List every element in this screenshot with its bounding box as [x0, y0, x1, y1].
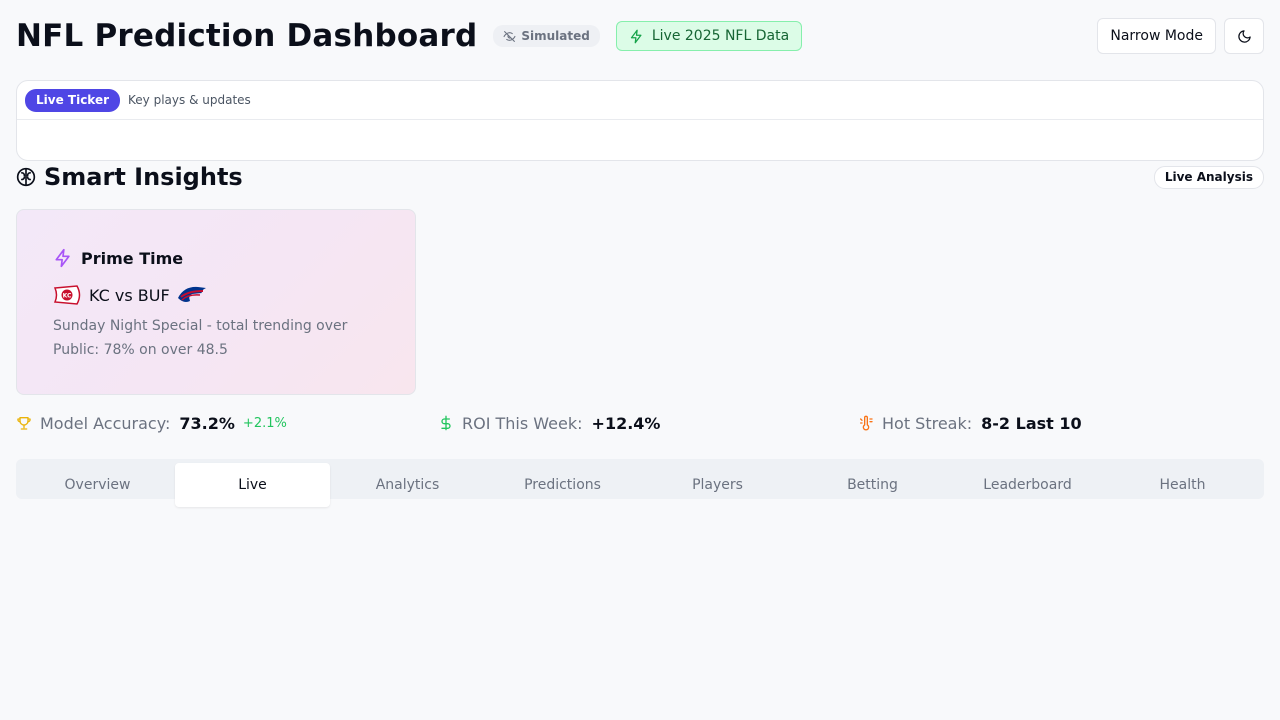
- header-actions: Narrow Mode: [1097, 18, 1264, 54]
- brain-icon: [16, 167, 36, 187]
- theme-toggle-button[interactable]: [1224, 18, 1264, 54]
- live-data-badge: Live 2025 NFL Data: [615, 21, 803, 51]
- insight-card[interactable]: Prime Time KC KC vs BUF Sunday Night Spe…: [16, 209, 416, 395]
- header: NFL Prediction Dashboard Simulated Live …: [16, 16, 1264, 56]
- stat-roi-value: +12.4%: [591, 413, 661, 433]
- moon-icon: [1237, 29, 1252, 44]
- eye-off-icon: [503, 30, 516, 43]
- stat-roi: ROI This Week: +12.4%: [438, 410, 660, 436]
- stat-streak: Hot Streak: 8-2 Last 10: [858, 410, 1082, 436]
- thermometer-icon: [858, 415, 874, 431]
- tab-predictions[interactable]: Predictions: [485, 463, 640, 507]
- dashboard-page: NFL Prediction Dashboard Simulated Live …: [0, 0, 1280, 720]
- stat-accuracy: Model Accuracy: 73.2% +2.1%: [16, 410, 287, 436]
- tab-analytics[interactable]: Analytics: [330, 463, 485, 507]
- ticker-label: Live Ticker: [25, 88, 121, 112]
- stat-streak-value: 8-2 Last 10: [981, 413, 1082, 433]
- stat-accuracy-delta: +2.1%: [242, 415, 287, 431]
- tab-players[interactable]: Players: [640, 463, 795, 507]
- tab-bar: Overview Live Analytics Predictions Play…: [16, 459, 1264, 507]
- stats-bar: Model Accuracy: 73.2% +2.1% ROI This Wee…: [16, 410, 1264, 436]
- stat-roi-label: ROI This Week:: [462, 413, 583, 433]
- matchup-label: KC vs BUF: [89, 285, 170, 305]
- chiefs-logo: KC: [53, 284, 83, 306]
- trophy-icon: [16, 415, 32, 431]
- live-analysis-badge: Live Analysis: [1153, 165, 1264, 189]
- simulated-label: Simulated: [521, 29, 590, 43]
- insight-card-line2: Public: 78% on over 48.5: [53, 342, 228, 358]
- matchup: KC KC vs BUF: [53, 282, 379, 308]
- dollar-icon: [438, 415, 454, 431]
- live-ticker: Live Ticker Key plays & updates: [16, 80, 1264, 161]
- svg-text:KC: KC: [63, 293, 72, 300]
- tab-overview[interactable]: Overview: [20, 463, 175, 507]
- tab-live[interactable]: Live: [175, 463, 330, 507]
- ticker-header: Live Ticker Key plays & updates: [17, 81, 1263, 120]
- ticker-subtitle: Key plays & updates: [128, 93, 251, 107]
- lightning-icon: [629, 29, 644, 44]
- insights-header: Smart Insights Live Analysis: [16, 160, 1264, 194]
- simulated-badge: Simulated: [493, 25, 600, 47]
- insight-card-line1: Sunday Night Special - total trending ov…: [53, 318, 348, 334]
- stat-streak-label: Hot Streak:: [882, 413, 973, 433]
- insight-card-header: Prime Time: [53, 246, 379, 270]
- tab-health[interactable]: Health: [1105, 463, 1260, 507]
- narrow-mode-button[interactable]: Narrow Mode: [1097, 18, 1216, 54]
- page-title: NFL Prediction Dashboard: [16, 18, 478, 54]
- tab-betting[interactable]: Betting: [795, 463, 950, 507]
- tab-leaderboard[interactable]: Leaderboard: [950, 463, 1105, 507]
- lightning-icon: [53, 248, 73, 268]
- insights-title: Smart Insights: [44, 163, 243, 191]
- insight-card-title: Prime Time: [81, 248, 184, 268]
- stat-accuracy-value: 73.2%: [179, 413, 235, 433]
- bills-logo: [176, 284, 208, 306]
- live-data-label: Live 2025 NFL Data: [651, 28, 790, 44]
- stat-accuracy-label: Model Accuracy:: [40, 413, 171, 433]
